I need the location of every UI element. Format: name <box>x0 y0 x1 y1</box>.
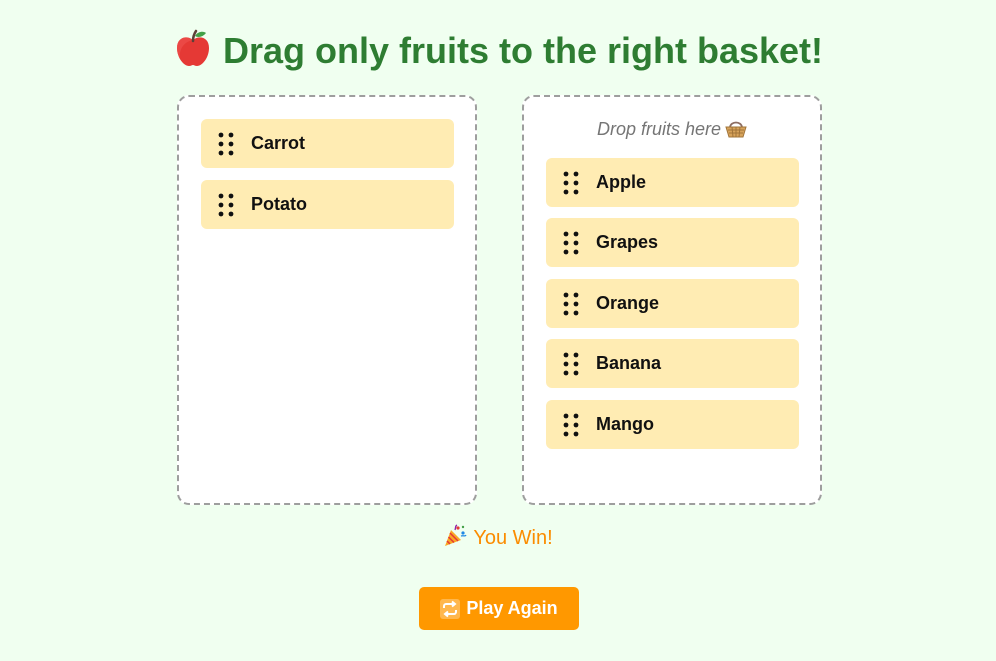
drag-handle-icon[interactable] <box>562 231 580 255</box>
item-label: Banana <box>596 353 662 373</box>
vegetable-basket[interactable]: Carrot Potato <box>177 95 477 505</box>
repeat-icon <box>440 598 461 619</box>
apple-icon <box>173 28 213 68</box>
item-label: Potato <box>251 194 307 214</box>
drag-handle-icon[interactable] <box>562 352 580 376</box>
item-label: Apple <box>596 172 647 192</box>
drag-handle-icon[interactable] <box>562 292 580 316</box>
item-label: Mango <box>596 414 654 434</box>
win-status: You Win! <box>0 524 996 552</box>
draggable-item-apple[interactable]: Apple <box>546 158 799 207</box>
page-title: Drag only fruits to the right basket! <box>0 28 996 74</box>
drag-handle-icon[interactable] <box>562 171 580 195</box>
draggable-item-mango[interactable]: Mango <box>546 400 799 449</box>
item-label: Carrot <box>251 133 306 153</box>
draggable-item-grapes[interactable]: Grapes <box>546 218 799 267</box>
party-popper-icon <box>443 524 467 548</box>
fruit-basket-dropzone[interactable]: Drop fruits here Apple Grapes Orange Ban… <box>522 95 822 505</box>
drag-handle-icon[interactable] <box>217 132 235 156</box>
item-label: Orange <box>596 293 660 313</box>
drop-hint-text: Drop fruits here <box>596 119 722 139</box>
drag-handle-icon[interactable] <box>562 413 580 437</box>
item-label: Grapes <box>596 232 659 252</box>
page-title-text: Drag only fruits to the right basket! <box>222 30 824 71</box>
draggable-item-carrot[interactable]: Carrot <box>201 119 454 168</box>
play-again-button[interactable]: Play Again <box>419 587 579 630</box>
draggable-item-banana[interactable]: Banana <box>546 339 799 388</box>
draggable-item-potato[interactable]: Potato <box>201 180 454 229</box>
basket-icon <box>725 120 747 138</box>
play-again-label: Play Again <box>466 598 558 618</box>
drop-hint: Drop fruits here <box>524 117 820 141</box>
draggable-item-orange[interactable]: Orange <box>546 279 799 328</box>
drag-handle-icon[interactable] <box>217 193 235 217</box>
status-text: You Win! <box>473 527 553 549</box>
